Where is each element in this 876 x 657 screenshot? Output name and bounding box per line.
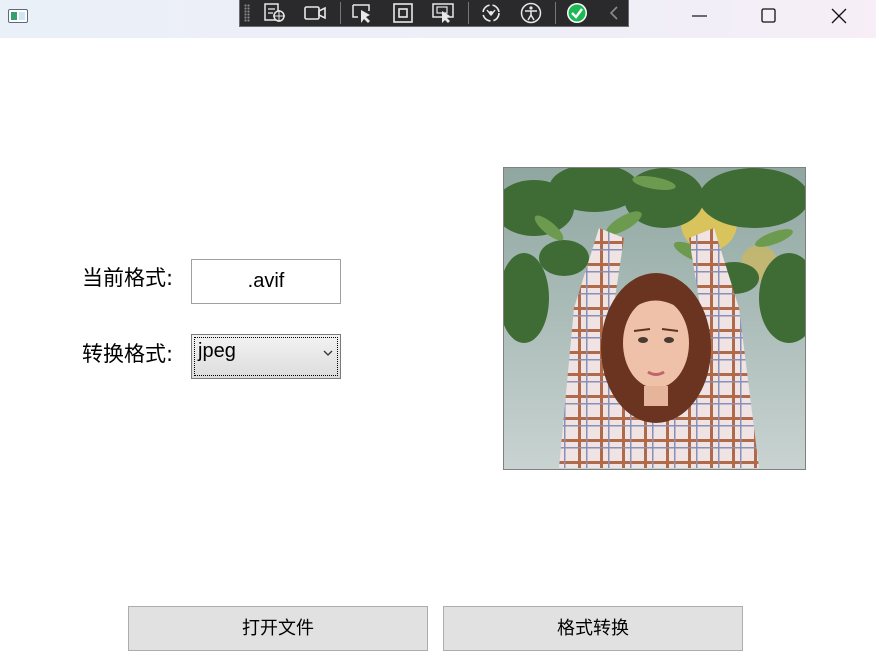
- close-button[interactable]: [805, 0, 873, 32]
- track-focus-icon[interactable]: [430, 2, 456, 24]
- display-layout-adorners-icon[interactable]: [390, 2, 416, 24]
- title-bar: [0, 0, 876, 38]
- toolbar-grip-handle[interactable]: [244, 4, 250, 22]
- xaml-debug-toolbar: [239, 0, 629, 27]
- convert-format-label: 转换格式:: [82, 342, 174, 366]
- chevron-down-icon: [323, 350, 333, 356]
- hot-reload-icon[interactable]: [478, 2, 504, 24]
- convert-button[interactable]: 格式转换: [443, 606, 743, 651]
- close-icon: [831, 8, 847, 24]
- current-format-field[interactable]: .avif: [191, 259, 341, 304]
- convert-format-value: jpeg: [198, 340, 236, 362]
- accessibility-icon[interactable]: [518, 2, 544, 24]
- convert-format-select[interactable]: jpeg: [191, 334, 341, 379]
- minimize-icon: [692, 15, 707, 17]
- portrait-photo: [504, 168, 805, 469]
- minimize-button[interactable]: [666, 0, 734, 32]
- record-icon[interactable]: [302, 2, 328, 24]
- current-format-label: 当前格式:: [82, 266, 174, 290]
- binding-check-icon[interactable]: [564, 2, 590, 24]
- maximize-icon: [761, 8, 776, 23]
- app-icon[interactable]: [8, 9, 28, 23]
- select-element-icon[interactable]: [350, 2, 376, 24]
- maximize-button[interactable]: [734, 0, 802, 32]
- open-file-button[interactable]: 打开文件: [128, 606, 428, 651]
- collapse-icon[interactable]: [602, 2, 628, 24]
- live-visual-tree-icon[interactable]: [262, 2, 288, 24]
- image-preview: [503, 167, 806, 470]
